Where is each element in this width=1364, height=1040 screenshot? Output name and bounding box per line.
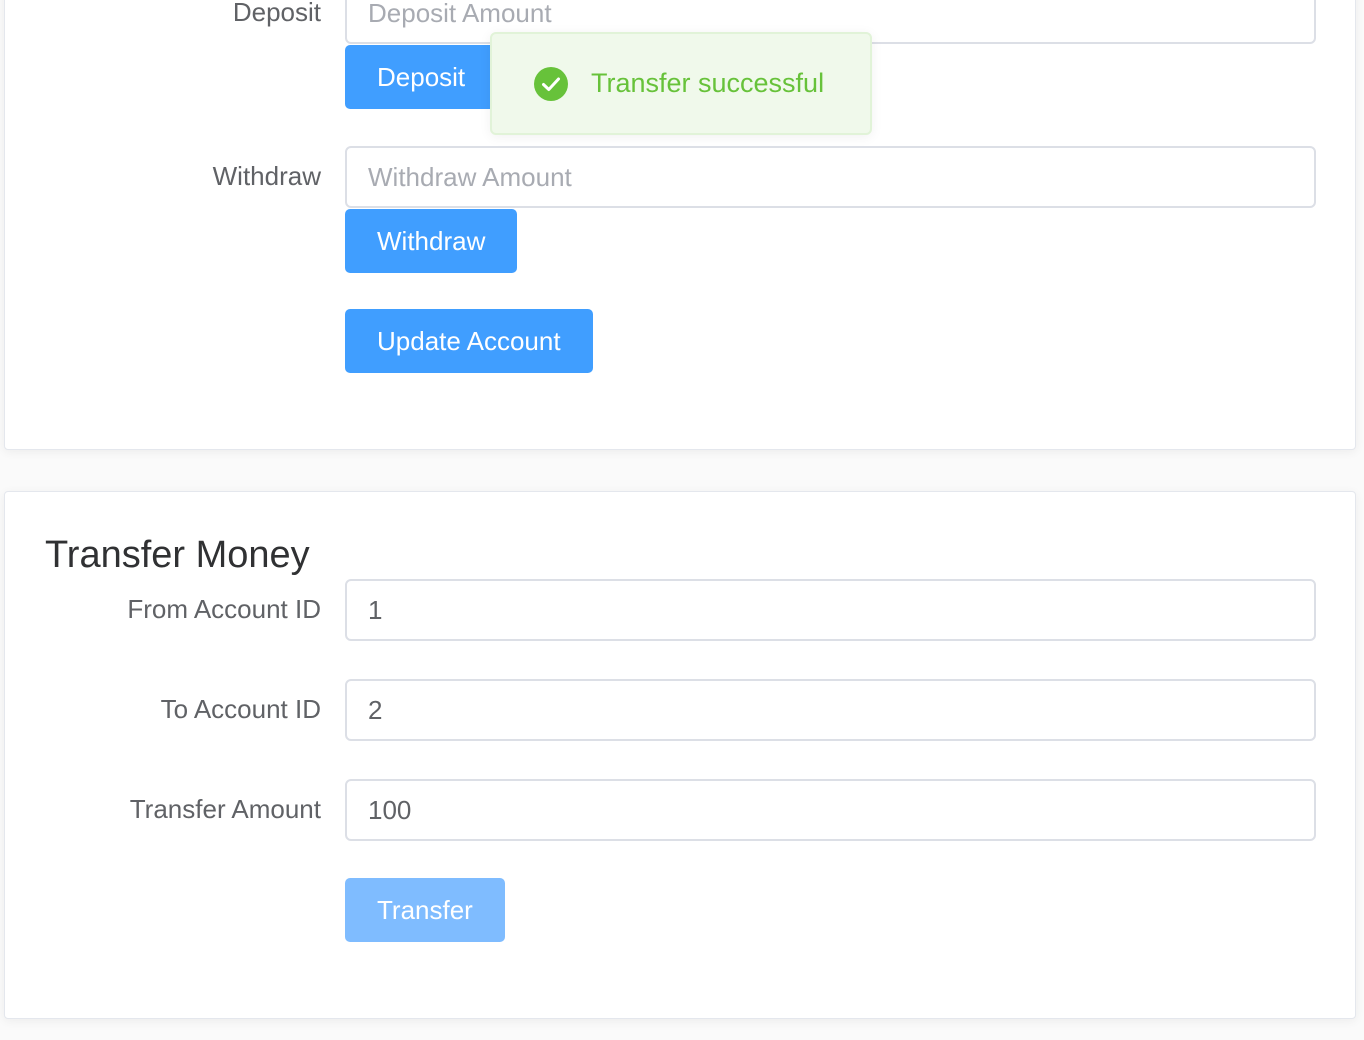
to-account-label: To Account ID xyxy=(160,694,321,724)
check-circle-icon xyxy=(534,66,568,101)
withdraw-amount-input[interactable] xyxy=(345,146,1316,208)
transfer-amount-input[interactable] xyxy=(345,779,1316,841)
to-account-input[interactable] xyxy=(345,679,1316,741)
from-account-label: From Account ID xyxy=(127,594,321,624)
toast-message: Transfer successful xyxy=(591,68,825,98)
transfer-section-title: Transfer Money xyxy=(45,534,310,576)
transfer-button[interactable]: Transfer xyxy=(345,878,505,942)
page: Deposit Deposit Withdraw Withdraw Update… xyxy=(0,0,1364,1040)
update-account-button[interactable]: Update Account xyxy=(345,309,593,373)
from-account-input[interactable] xyxy=(345,579,1316,641)
transfer-amount-label: Transfer Amount xyxy=(129,794,321,824)
deposit-label: Deposit xyxy=(232,0,321,27)
deposit-button[interactable]: Deposit xyxy=(345,45,498,109)
withdraw-button[interactable]: Withdraw xyxy=(345,209,518,273)
withdraw-label: Withdraw xyxy=(212,161,321,191)
success-toast: Transfer successful xyxy=(490,32,872,135)
